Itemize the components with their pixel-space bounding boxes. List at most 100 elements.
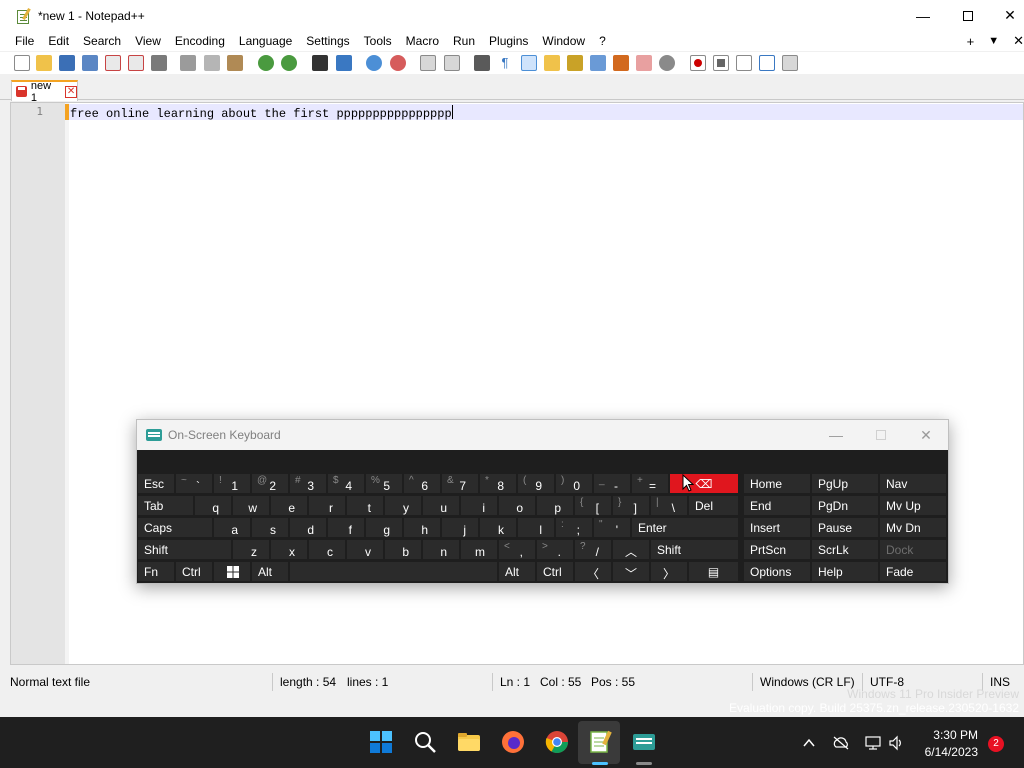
- tab-new-1[interactable]: new 1 ✕: [11, 80, 78, 104]
- key-k[interactable]: k: [479, 517, 517, 538]
- key-left-arrow[interactable]: 〈: [574, 561, 612, 582]
- menu-macro[interactable]: Macro: [399, 31, 446, 51]
- key-shift-right[interactable]: Shift: [650, 539, 739, 560]
- key-ctrl-right[interactable]: Ctrl: [536, 561, 574, 582]
- firefox-icon[interactable]: [500, 729, 526, 755]
- minimize-button[interactable]: —: [900, 0, 946, 31]
- key-pgup[interactable]: PgUp: [811, 473, 879, 494]
- menu-view[interactable]: View: [128, 31, 168, 51]
- menu-settings[interactable]: Settings: [299, 31, 356, 51]
- key-tab[interactable]: Tab: [137, 495, 194, 516]
- key-a[interactable]: a: [213, 517, 251, 538]
- record-macro-icon[interactable]: [690, 55, 706, 71]
- undo-icon[interactable]: [258, 55, 274, 71]
- key-o[interactable]: o: [498, 495, 536, 516]
- open-file-icon[interactable]: [36, 55, 52, 71]
- key-menu[interactable]: ▤: [688, 561, 739, 582]
- new-file-icon[interactable]: [14, 55, 30, 71]
- key-space[interactable]: [289, 561, 498, 582]
- menu-edit[interactable]: Edit: [41, 31, 76, 51]
- stop-macro-icon[interactable]: [713, 55, 729, 71]
- menu-window[interactable]: Window: [535, 31, 592, 51]
- replace-icon[interactable]: [336, 55, 352, 71]
- doc-map-icon[interactable]: [567, 55, 583, 71]
- word-wrap-icon[interactable]: [474, 55, 490, 71]
- key-row1-12[interactable]: + =: [631, 473, 669, 494]
- key-b[interactable]: b: [384, 539, 422, 560]
- menu-plugins[interactable]: Plugins: [482, 31, 535, 51]
- onedrive-offline-icon[interactable]: [832, 735, 850, 751]
- key-d[interactable]: d: [289, 517, 327, 538]
- key-row1-3[interactable]: #3: [289, 473, 327, 494]
- key-h[interactable]: h: [403, 517, 441, 538]
- key-row4-extra-2[interactable]: ? /: [574, 539, 612, 560]
- tab-close-icon[interactable]: ✕: [65, 85, 77, 98]
- sync-vertical-icon[interactable]: [420, 55, 436, 71]
- save-icon[interactable]: [59, 55, 75, 71]
- show-all-chars-icon[interactable]: ¶: [497, 55, 513, 71]
- notification-badge[interactable]: 2: [988, 736, 1004, 752]
- monitoring-icon[interactable]: [659, 55, 675, 71]
- clock-date[interactable]: 6/14/2023: [910, 745, 978, 759]
- key-g[interactable]: g: [365, 517, 403, 538]
- key-c[interactable]: c: [308, 539, 346, 560]
- key-alt-left[interactable]: Alt: [251, 561, 289, 582]
- doc-list-icon[interactable]: [636, 55, 652, 71]
- key-row1-8[interactable]: * 8: [479, 473, 517, 494]
- key-e[interactable]: e: [270, 495, 308, 516]
- cut-icon[interactable]: [180, 55, 196, 71]
- menu-encoding[interactable]: Encoding: [168, 31, 232, 51]
- key-home[interactable]: Home: [743, 473, 811, 494]
- key-row3-extra-1[interactable]: " ': [593, 517, 631, 538]
- key-ctrl-left[interactable]: Ctrl: [175, 561, 213, 582]
- key-q[interactable]: q: [194, 495, 232, 516]
- menu-search[interactable]: Search: [76, 31, 128, 51]
- key-z[interactable]: z: [232, 539, 270, 560]
- key-x[interactable]: x: [270, 539, 308, 560]
- key-pgdn[interactable]: PgDn: [811, 495, 879, 516]
- key-row2-extra-1[interactable]: }]: [612, 495, 650, 516]
- key-caps[interactable]: Caps: [137, 517, 213, 538]
- menu-file[interactable]: File: [0, 31, 41, 51]
- key-windows[interactable]: [213, 561, 251, 582]
- key-mvdn[interactable]: Mv Dn: [879, 517, 947, 538]
- key-row1-2[interactable]: @2: [251, 473, 289, 494]
- tab-list-dropdown-icon[interactable]: ▼: [988, 35, 999, 47]
- osk-title-bar[interactable]: On-Screen Keyboard — ✕: [137, 420, 948, 450]
- key-s[interactable]: s: [251, 517, 289, 538]
- network-icon[interactable]: [864, 735, 882, 751]
- key-row1-9[interactable]: (9: [517, 473, 555, 494]
- search-icon[interactable]: [412, 729, 438, 755]
- maximize-button[interactable]: [945, 0, 991, 31]
- key-y[interactable]: y: [384, 495, 422, 516]
- chrome-icon[interactable]: [544, 729, 570, 755]
- key-fade[interactable]: Fade: [879, 561, 947, 582]
- close-all-icon[interactable]: [128, 55, 144, 71]
- key-right-arrow[interactable]: 〉: [650, 561, 688, 582]
- key-row3-extra-0[interactable]: :;: [555, 517, 593, 538]
- chevron-up-icon[interactable]: [802, 736, 816, 750]
- function-list-icon[interactable]: [590, 55, 606, 71]
- key-row2-extra-0[interactable]: {[: [574, 495, 612, 516]
- key-esc[interactable]: Esc: [137, 473, 175, 494]
- key-shift-left[interactable]: Shift: [137, 539, 232, 560]
- key-f[interactable]: f: [327, 517, 365, 538]
- key-dock[interactable]: Dock: [879, 539, 947, 560]
- copy-icon[interactable]: [204, 55, 220, 71]
- osk-minimize-button[interactable]: —: [813, 420, 859, 450]
- find-icon[interactable]: [312, 55, 328, 71]
- key-i[interactable]: i: [460, 495, 498, 516]
- key-scrlk[interactable]: ScrLk: [811, 539, 879, 560]
- key-j[interactable]: j: [441, 517, 479, 538]
- key-t[interactable]: t: [346, 495, 384, 516]
- print-icon[interactable]: [151, 55, 167, 71]
- file-explorer-icon[interactable]: [456, 729, 482, 755]
- key-mvup[interactable]: Mv Up: [879, 495, 947, 516]
- close-tab-icon[interactable]: ✕: [1013, 33, 1024, 49]
- menu-tools[interactable]: Tools: [357, 31, 399, 51]
- key-pause[interactable]: Pause: [811, 517, 879, 538]
- udl-icon[interactable]: [544, 55, 560, 71]
- menu-help[interactable]: ?: [592, 31, 613, 51]
- key-p[interactable]: p: [536, 495, 574, 516]
- play-macro-icon[interactable]: [736, 55, 752, 71]
